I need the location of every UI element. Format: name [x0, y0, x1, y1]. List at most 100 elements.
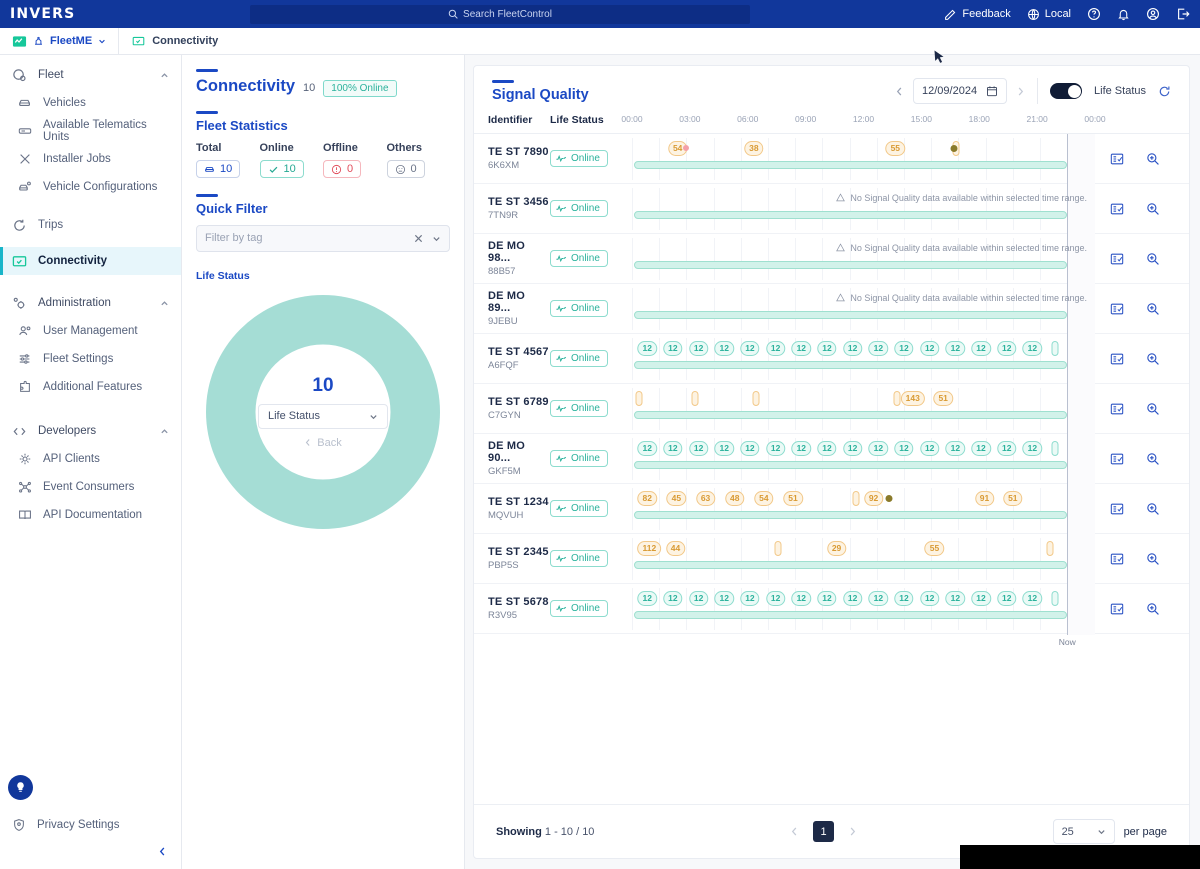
life-status-toggle[interactable]	[1050, 83, 1083, 99]
signal-marker[interactable]: 51	[1003, 490, 1023, 506]
zoom-in-icon[interactable]	[1146, 452, 1160, 466]
signal-marker[interactable]: 12	[637, 590, 657, 606]
signal-marker[interactable]	[635, 390, 643, 406]
zoom-in-icon[interactable]	[1146, 502, 1160, 516]
signal-marker[interactable]: 12	[637, 440, 657, 456]
chevron-down-icon[interactable]	[432, 234, 441, 243]
refresh-icon[interactable]	[1158, 85, 1171, 98]
next-day-button[interactable]	[1016, 86, 1025, 97]
signal-marker[interactable]: 12	[791, 590, 812, 606]
zoom-in-icon[interactable]	[1146, 602, 1160, 616]
table-row[interactable]: DE MO 89... 9JEBU Online No Signal Quality …	[474, 282, 1189, 335]
table-row[interactable]: TE ST 6789 C7GYN Online 143 51	[474, 382, 1189, 435]
signal-marker[interactable]: 12	[688, 590, 709, 606]
zoom-in-icon[interactable]	[1146, 552, 1160, 566]
stat-others-chip[interactable]: 0	[386, 160, 425, 178]
signal-marker[interactable]: 92	[863, 490, 884, 506]
zoom-in-icon[interactable]	[1146, 152, 1160, 166]
signal-timeline[interactable]: No Signal Quality data available within …	[632, 282, 1095, 335]
signal-marker[interactable]	[1051, 440, 1059, 456]
signal-marker[interactable]: 12	[945, 590, 966, 606]
signal-marker[interactable]	[1051, 340, 1059, 356]
signal-marker[interactable]: 12	[1022, 590, 1043, 606]
sidebar-item-user-management[interactable]: User Management	[0, 317, 181, 345]
signal-marker[interactable]: 12	[945, 340, 966, 356]
signal-marker[interactable]: 12	[996, 440, 1017, 456]
details-icon[interactable]	[1110, 302, 1124, 316]
signal-marker[interactable]: 54	[754, 490, 774, 506]
signal-marker[interactable]	[774, 540, 782, 556]
sidebar-item-fleet[interactable]: Fleet	[0, 61, 181, 89]
next-page-button[interactable]	[848, 826, 857, 837]
signal-marker[interactable]: 48	[724, 490, 745, 506]
signal-marker[interactable]: 12	[894, 440, 914, 456]
sidebar-item-trips[interactable]: Trips	[0, 211, 181, 239]
close-icon[interactable]	[414, 234, 423, 243]
signal-marker[interactable]: 12	[919, 440, 940, 456]
signal-marker[interactable]: 12	[817, 440, 837, 456]
signal-timeline[interactable]: 54 38 55	[632, 134, 1095, 185]
zoom-in-icon[interactable]	[1146, 252, 1160, 266]
help-circle-icon[interactable]	[1087, 7, 1101, 21]
stat-offline-chip[interactable]: 0	[323, 160, 362, 178]
signal-marker[interactable]: 12	[894, 340, 914, 356]
signal-marker[interactable]: 12	[714, 590, 734, 606]
signal-marker[interactable]: 12	[688, 340, 709, 356]
zoom-in-icon[interactable]	[1146, 402, 1160, 416]
signal-timeline[interactable]: 12 12 12 12 12 12 12 12 12 12 12 12 12 12 12 12 Now	[632, 582, 1095, 647]
signal-marker[interactable]: 12	[663, 340, 683, 356]
signal-marker[interactable]: 12	[637, 340, 657, 356]
table-row[interactable]: TE ST 3456 7TN9R Online No Signal Quality d…	[474, 182, 1189, 235]
details-icon[interactable]	[1110, 352, 1124, 366]
signal-marker[interactable]: 12	[791, 440, 812, 456]
signal-marker[interactable]: 55	[885, 140, 906, 156]
signal-marker[interactable]: 29	[826, 540, 847, 556]
signal-marker[interactable]: 12	[765, 340, 786, 356]
calendar-icon[interactable]	[986, 85, 998, 97]
signal-marker[interactable]: 12	[1022, 440, 1043, 456]
details-icon[interactable]	[1110, 152, 1124, 166]
page-number-1[interactable]: 1	[813, 821, 834, 842]
signal-marker[interactable]: 12	[945, 440, 966, 456]
sidebar-item-fleet-settings[interactable]: Fleet Settings	[0, 345, 181, 373]
details-icon[interactable]	[1110, 502, 1124, 516]
per-page-select[interactable]: 25	[1052, 819, 1115, 844]
table-row[interactable]: TE ST 4567 A6FQF Online 12 12 12 12 12 12 12 12 12 1…	[474, 332, 1189, 385]
signal-marker[interactable]: 12	[919, 340, 940, 356]
signal-marker[interactable]: 12	[996, 340, 1017, 356]
signal-marker[interactable]	[752, 390, 760, 406]
signal-marker[interactable]: 12	[842, 440, 863, 456]
signal-marker[interactable]: 12	[894, 590, 914, 606]
signal-marker[interactable]: 12	[791, 340, 812, 356]
signal-marker[interactable]: 12	[868, 340, 889, 356]
signal-marker[interactable]: 12	[919, 590, 940, 606]
signal-marker[interactable]: 12	[740, 340, 760, 356]
signal-marker[interactable]: 12	[817, 340, 837, 356]
signal-timeline[interactable]: No Signal Quality data available within …	[632, 232, 1095, 285]
signal-timeline[interactable]: 112 44 29 55	[632, 532, 1095, 585]
signal-marker[interactable]: 45	[666, 490, 687, 506]
feedback-button[interactable]: Feedback	[944, 8, 1011, 21]
previous-page-button[interactable]	[790, 826, 799, 837]
signal-marker[interactable]: 91	[974, 490, 995, 506]
signal-marker[interactable]: 12	[765, 590, 786, 606]
signal-marker[interactable]: 12	[868, 590, 889, 606]
signal-marker[interactable]	[691, 390, 699, 406]
signal-marker[interactable]: 12	[868, 440, 889, 456]
previous-day-button[interactable]	[895, 86, 904, 97]
stat-online-chip[interactable]: 10	[259, 160, 304, 178]
help-assistant-button[interactable]	[8, 775, 33, 800]
sidebar-item-api-clients[interactable]: API Clients	[0, 445, 181, 473]
signal-marker[interactable]: 112	[637, 540, 662, 556]
signal-marker[interactable]: 12	[740, 590, 760, 606]
app-switcher[interactable]: FleetME	[0, 28, 120, 54]
signal-marker[interactable]: 12	[1022, 340, 1043, 356]
logout-icon[interactable]	[1176, 7, 1190, 21]
details-icon[interactable]	[1110, 552, 1124, 566]
details-icon[interactable]	[1110, 452, 1124, 466]
donut-dimension-select[interactable]: Life Status	[258, 403, 388, 429]
signal-marker[interactable]: 12	[971, 340, 991, 356]
signal-marker[interactable]: 55	[924, 540, 945, 556]
details-icon[interactable]	[1110, 252, 1124, 266]
table-row[interactable]: DE MO 98... 88B57 Online No Signal Quality …	[474, 232, 1189, 285]
